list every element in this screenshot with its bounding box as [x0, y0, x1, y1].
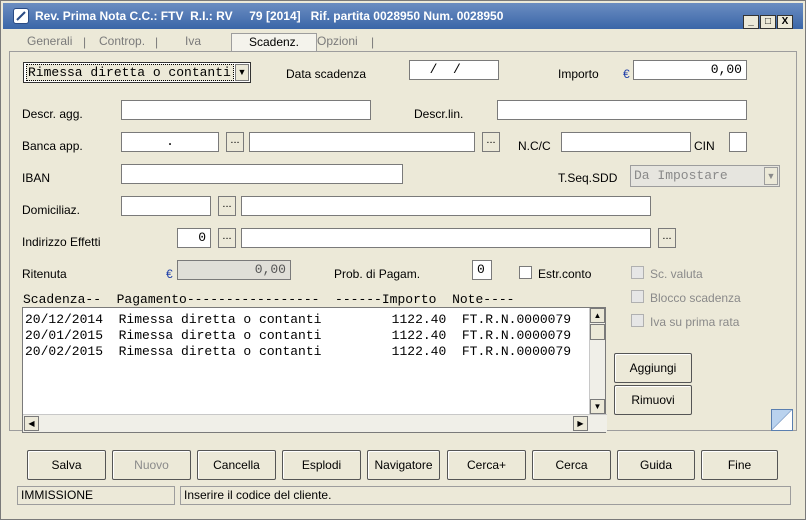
- list-item[interactable]: 20/02/2015 Rimessa diretta o contanti 11…: [25, 344, 571, 360]
- ritenuta-label: Ritenuta: [22, 267, 67, 281]
- rimuovi-button[interactable]: Rimuovi: [614, 385, 692, 415]
- salva-button[interactable]: Salva: [27, 450, 106, 480]
- tseq-value: Da Impostare: [634, 168, 728, 183]
- tab-generali[interactable]: Generali: [27, 33, 72, 51]
- due-date-label: Data scadenza: [286, 67, 367, 81]
- aggiungi-button[interactable]: Aggiungi: [614, 353, 692, 383]
- indirizzo-desc-field[interactable]: [241, 228, 651, 248]
- estr-conto-checkbox[interactable]: [519, 266, 532, 279]
- amount-label: Importo: [558, 67, 599, 81]
- scroll-up-icon[interactable]: ▲: [590, 308, 605, 323]
- blocco-scadenza-checkbox[interactable]: [631, 290, 644, 303]
- scroll-down-icon[interactable]: ▼: [590, 399, 605, 414]
- window-title: Rev. Prima Nota C.C.: FTV R.I.: RV 79 [2…: [35, 9, 504, 23]
- payment-type-select[interactable]: Rimessa diretta o contanti ▼: [23, 62, 251, 83]
- tab-iva[interactable]: Iva: [185, 33, 201, 51]
- scroll-left-icon[interactable]: ◀: [24, 416, 39, 431]
- ncc-label: N.C/C: [518, 139, 551, 153]
- list-item[interactable]: 20/12/2014 Rimessa diretta o contanti 11…: [25, 312, 571, 328]
- chevron-down-icon[interactable]: ▼: [235, 64, 249, 81]
- fine-button[interactable]: Fine: [701, 450, 778, 480]
- cerca-plus-button[interactable]: Cerca+: [447, 450, 526, 480]
- tab-separator: |: [155, 35, 159, 49]
- descr-lin-field[interactable]: [497, 100, 747, 120]
- sc-valuta-checkbox[interactable]: [631, 266, 644, 279]
- iban-field[interactable]: [121, 164, 403, 184]
- banca-code-field[interactable]: .: [121, 132, 219, 152]
- tseq-label: T.Seq.SDD: [558, 171, 618, 185]
- cin-label: CIN: [694, 139, 715, 153]
- tab-scadenz[interactable]: Scadenz.: [231, 33, 317, 51]
- cin-field[interactable]: [729, 132, 747, 152]
- euro-icon: €: [166, 267, 173, 281]
- banca-name-field[interactable]: [249, 132, 475, 152]
- prob-field[interactable]: 0: [472, 260, 492, 280]
- minimize-button[interactable]: _: [743, 15, 759, 29]
- sc-valuta-label: Sc. valuta: [650, 267, 703, 281]
- tseq-select[interactable]: Da Impostare ▼: [630, 165, 780, 187]
- iva-prima-rata-label: Iva su prima rata: [650, 315, 740, 329]
- iban-label: IBAN: [22, 171, 51, 185]
- status-message: Inserire il codice del cliente.: [180, 486, 791, 505]
- maximize-button[interactable]: □: [760, 15, 776, 29]
- tab-separator: |: [371, 35, 375, 49]
- nuovo-button[interactable]: Nuovo: [112, 450, 191, 480]
- indirizzo-desc-lookup-button[interactable]: ...: [658, 228, 676, 248]
- horizontal-scrollbar[interactable]: ◀ ▶: [23, 414, 607, 432]
- ritenuta-field: 0,00: [177, 260, 291, 280]
- indirizzo-code-field[interactable]: 0: [177, 228, 211, 248]
- banca-lookup-button[interactable]: ...: [226, 132, 244, 152]
- scroll-right-icon[interactable]: ▶: [573, 416, 588, 431]
- banca-label: Banca app.: [22, 139, 83, 153]
- estr-conto-label: Estr.conto: [538, 267, 592, 281]
- ncc-field[interactable]: [561, 132, 691, 152]
- banca-name-lookup-button[interactable]: ...: [482, 132, 500, 152]
- scroll-thumb[interactable]: [590, 324, 605, 340]
- domic-code-field[interactable]: [121, 196, 211, 216]
- esplodi-button[interactable]: Esplodi: [282, 450, 361, 480]
- tab-separator: |: [83, 35, 87, 49]
- indirizzo-lookup-button[interactable]: ...: [218, 228, 236, 248]
- prob-label: Prob. di Pagam.: [334, 267, 421, 281]
- blocco-scadenza-label: Blocco scadenza: [650, 291, 741, 305]
- app-icon: [13, 8, 29, 24]
- tab-opzioni[interactable]: Opzioni: [317, 33, 358, 51]
- title-bar[interactable]: Rev. Prima Nota C.C.: FTV R.I.: RV 79 [2…: [3, 3, 803, 29]
- due-date-field[interactable]: / /: [409, 60, 499, 80]
- amount-field[interactable]: 0,00: [633, 60, 747, 80]
- indirizzo-label: Indirizzo Effetti: [22, 235, 101, 249]
- domic-lookup-button[interactable]: ...: [218, 196, 236, 216]
- payment-type-value: Rimessa diretta o contanti: [26, 64, 234, 81]
- chevron-down-icon[interactable]: ▼: [764, 167, 778, 185]
- euro-icon: €: [623, 67, 630, 81]
- cancella-button[interactable]: Cancella: [197, 450, 276, 480]
- status-mode: IMMISSIONE: [17, 486, 175, 505]
- list-item[interactable]: 20/01/2015 Rimessa diretta o contanti 11…: [25, 328, 571, 344]
- tab-controp[interactable]: Controp.: [99, 33, 145, 51]
- vertical-scrollbar[interactable]: ▲ ▼: [589, 308, 605, 414]
- descr-agg-field[interactable]: [121, 100, 371, 120]
- grid-header: Scadenza-- Pagamento----------------- --…: [23, 292, 515, 307]
- tab-bar: Generali | Controp. | Iva Scadenz. Opzio…: [17, 33, 792, 51]
- cerca-button[interactable]: Cerca: [532, 450, 611, 480]
- scadenze-list[interactable]: 20/12/2014 Rimessa diretta o contanti 11…: [22, 307, 607, 433]
- main-window: Rev. Prima Nota C.C.: FTV R.I.: RV 79 [2…: [0, 0, 806, 520]
- navigatore-button[interactable]: Navigatore: [367, 450, 440, 480]
- domic-desc-field[interactable]: [241, 196, 651, 216]
- descr-agg-label: Descr. agg.: [22, 107, 83, 121]
- iva-prima-rata-checkbox[interactable]: [631, 314, 644, 327]
- domic-label: Domiciliaz.: [22, 203, 81, 217]
- guida-button[interactable]: Guida: [617, 450, 695, 480]
- close-button[interactable]: X: [777, 15, 793, 29]
- descr-lin-label: Descr.lin.: [414, 107, 464, 121]
- resize-corner-icon[interactable]: [771, 409, 793, 431]
